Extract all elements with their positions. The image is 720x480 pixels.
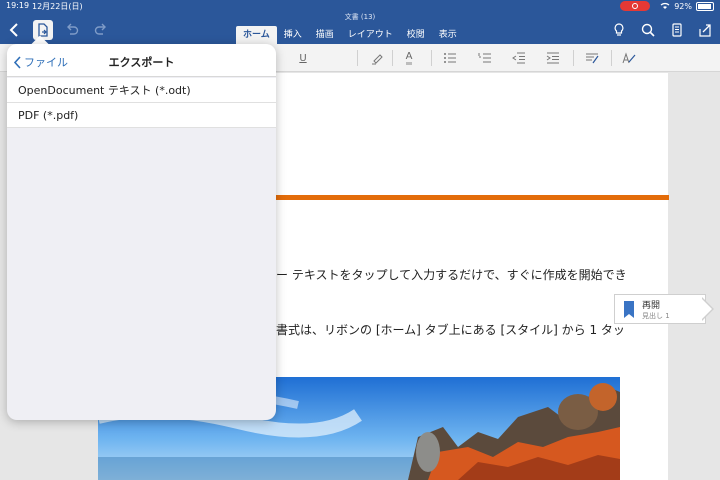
ribbon-divider	[357, 50, 358, 66]
tab-home[interactable]: ホーム	[236, 26, 277, 44]
font-color-button[interactable]: A	[400, 50, 418, 66]
share-icon[interactable]	[695, 20, 715, 40]
ribbon-divider	[611, 50, 612, 66]
heading-rule	[276, 195, 669, 200]
bookmark-icon	[624, 301, 634, 318]
status-date: 12月22日(日)	[32, 2, 83, 11]
popover-title: エクスポート	[108, 56, 175, 69]
decrease-indent-icon[interactable]	[510, 50, 528, 66]
ribbon-tabs: ホーム 挿入 描画 レイアウト 校閲 表示	[236, 24, 464, 44]
tab-layout[interactable]: レイアウト	[341, 26, 400, 44]
ribbon-divider	[431, 50, 432, 66]
increase-indent-icon[interactable]	[544, 50, 562, 66]
title-bar: 19:19 12月22日(日) 文書 (13) 92% ホーム 挿入 描画 レイ…	[0, 0, 720, 44]
battery-icon	[696, 1, 714, 11]
paragraph-format-icon[interactable]	[583, 50, 601, 66]
tab-review[interactable]: 校閲	[400, 26, 432, 44]
export-option-odt[interactable]: OpenDocument テキスト (*.odt)	[7, 78, 276, 103]
battery-percent: 92%	[674, 1, 692, 11]
styles-icon[interactable]	[620, 50, 638, 66]
status-indicators: 92%	[620, 1, 714, 11]
resume-title: 再開	[642, 301, 661, 311]
ribbon-divider	[573, 50, 574, 66]
popover-header: ファイル エクスポート	[7, 44, 276, 77]
tab-view[interactable]: 表示	[432, 26, 464, 44]
tab-draw[interactable]: 描画	[309, 26, 341, 44]
export-popover: ファイル エクスポート OpenDocument テキスト (*.odt) PD…	[7, 44, 276, 420]
ribbon-divider	[392, 50, 393, 66]
bullet-list-icon[interactable]	[441, 50, 459, 66]
tab-insert[interactable]: 挿入	[277, 26, 309, 44]
search-icon[interactable]	[638, 20, 658, 40]
screen-recording-icon	[620, 1, 651, 11]
file-menu-icon[interactable]	[33, 20, 53, 40]
lightbulb-icon[interactable]	[609, 20, 629, 40]
wifi-icon	[660, 2, 670, 9]
document-text-line[interactable]: ダー テキストをタップして入力するだけで、すぐに作成を開始でき	[264, 266, 627, 283]
redo-icon[interactable]	[91, 20, 111, 40]
document-text-line[interactable]: り書式は、リボンの [ホーム] タブ上にある [スタイル] から 1 タッ	[264, 321, 625, 338]
numbered-list-icon[interactable]	[476, 50, 494, 66]
undo-icon[interactable]	[62, 20, 82, 40]
underline-button[interactable]: U	[294, 50, 312, 66]
resume-subtitle: 見出し 1	[642, 312, 670, 320]
export-options-list: OpenDocument テキスト (*.odt) PDF (*.pdf)	[7, 78, 276, 128]
export-option-pdf[interactable]: PDF (*.pdf)	[7, 103, 276, 128]
status-time: 19:19	[6, 1, 30, 10]
highlighter-icon[interactable]	[368, 50, 386, 66]
back-icon[interactable]	[5, 20, 25, 40]
reading-view-icon[interactable]	[667, 20, 687, 40]
